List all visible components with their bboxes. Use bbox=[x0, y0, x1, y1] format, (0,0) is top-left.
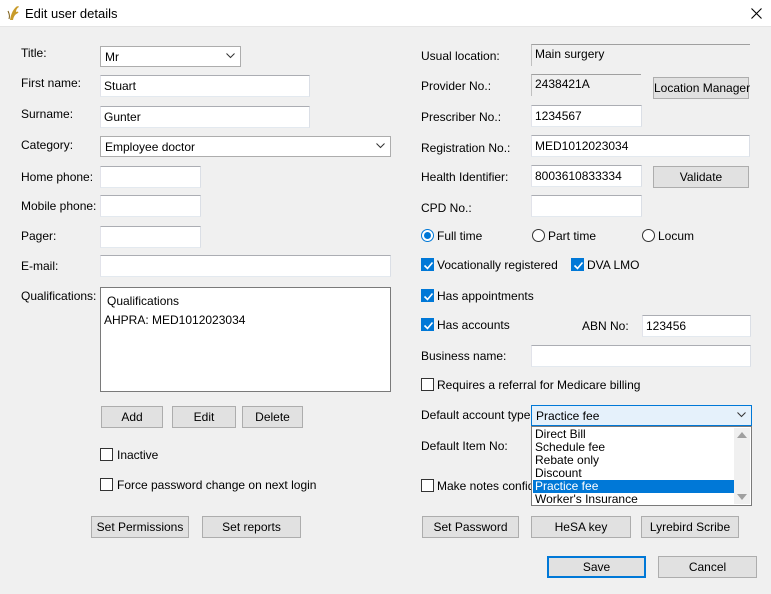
checkmark-icon bbox=[423, 292, 434, 301]
home-phone-label: Home phone: bbox=[21, 170, 94, 184]
account-type-dropdown-list[interactable]: Direct Bill Schedule fee Rebate only Dis… bbox=[531, 426, 752, 506]
force-password-change-label: Force password change on next login bbox=[117, 478, 317, 492]
qualifications-label: Qualifications: bbox=[21, 289, 97, 303]
locum-radio[interactable] bbox=[642, 229, 655, 242]
health-identifier-field[interactable]: 8003610833334 bbox=[531, 165, 642, 187]
business-name-label: Business name: bbox=[421, 349, 507, 363]
save-button[interactable]: Save bbox=[547, 556, 646, 578]
chevron-down-icon bbox=[737, 412, 746, 418]
registration-no-field[interactable]: MED1012023034 bbox=[531, 135, 750, 157]
category-select-value: Employee doctor bbox=[105, 140, 196, 154]
email-label: E-mail: bbox=[21, 259, 59, 273]
usual-location-field[interactable]: Main surgery bbox=[531, 44, 750, 66]
dropdown-scrollbar[interactable] bbox=[734, 428, 750, 504]
provider-no-field[interactable]: 2438421A bbox=[531, 74, 641, 96]
set-reports-button[interactable]: Set reports bbox=[202, 516, 301, 538]
requires-referral-checkbox[interactable] bbox=[421, 378, 434, 391]
lyrebird-scribe-button[interactable]: Lyrebird Scribe bbox=[641, 516, 739, 538]
business-name-field[interactable] bbox=[531, 345, 751, 367]
locum-label: Locum bbox=[658, 229, 695, 243]
inactive-checkbox[interactable] bbox=[100, 448, 113, 461]
surname-label: Surname: bbox=[21, 107, 74, 121]
chevron-down-icon bbox=[376, 143, 385, 149]
default-account-type-value: Practice fee bbox=[536, 409, 600, 423]
mobile-phone-label: Mobile phone: bbox=[21, 199, 97, 213]
window-title: Edit user details bbox=[25, 6, 118, 21]
category-label: Category: bbox=[21, 138, 74, 152]
abn-label: ABN No: bbox=[582, 319, 629, 333]
make-notes-confidential-checkbox[interactable] bbox=[421, 479, 434, 492]
qualifications-list-header: Qualifications bbox=[107, 294, 180, 308]
cpd-no-label: CPD No.: bbox=[421, 201, 472, 215]
set-permissions-button[interactable]: Set Permissions bbox=[91, 516, 189, 538]
part-time-label: Part time bbox=[548, 229, 597, 243]
email-field[interactable] bbox=[100, 255, 391, 277]
requires-referral-label: Requires a referral for Medicare billing bbox=[437, 378, 641, 392]
vocationally-registered-label: Vocationally registered bbox=[437, 258, 558, 272]
default-item-no-label: Default Item No: bbox=[421, 439, 508, 453]
title-select-value: Mr bbox=[105, 50, 119, 64]
qualifications-list[interactable]: Qualifications AHPRA: MED1012023034 bbox=[100, 287, 391, 392]
usual-location-label: Usual location: bbox=[421, 49, 500, 63]
close-button[interactable] bbox=[744, 3, 770, 24]
has-accounts-checkbox[interactable] bbox=[421, 318, 434, 331]
part-time-radio[interactable] bbox=[532, 229, 545, 242]
location-manager-button[interactable]: Location Manager bbox=[653, 77, 750, 99]
has-accounts-label: Has accounts bbox=[437, 318, 510, 332]
add-qualification-button[interactable]: Add bbox=[101, 406, 163, 428]
surname-field[interactable]: Gunter bbox=[100, 106, 310, 128]
edit-qualification-button[interactable]: Edit bbox=[172, 406, 236, 428]
title-select[interactable]: Mr bbox=[100, 46, 241, 67]
registration-no-label: Registration No.: bbox=[421, 141, 511, 155]
provider-no-label: Provider No.: bbox=[421, 79, 492, 93]
checkmark-icon bbox=[573, 261, 584, 270]
inactive-label: Inactive bbox=[117, 448, 159, 462]
full-time-radio[interactable] bbox=[421, 229, 434, 242]
validate-button[interactable]: Validate bbox=[653, 166, 749, 188]
close-icon bbox=[751, 8, 762, 19]
chevron-down-icon bbox=[226, 53, 235, 59]
lyrebird-app-icon bbox=[7, 6, 19, 20]
default-account-type-select[interactable]: Practice fee bbox=[531, 405, 752, 426]
dropdown-option-workers-insurance[interactable]: Worker's Insurance bbox=[533, 493, 735, 506]
has-appointments-checkbox[interactable] bbox=[421, 289, 434, 302]
set-password-button[interactable]: Set Password bbox=[422, 516, 519, 538]
pager-field[interactable] bbox=[100, 226, 201, 248]
dva-lmo-label: DVA LMO bbox=[587, 258, 640, 272]
first-name-field[interactable]: Stuart bbox=[100, 75, 310, 97]
default-account-type-label: Default account type: bbox=[421, 408, 534, 422]
list-item[interactable]: AHPRA: MED1012023034 bbox=[104, 313, 245, 327]
cpd-no-field[interactable] bbox=[531, 195, 642, 217]
health-identifier-label: Health Identifier: bbox=[421, 170, 509, 184]
full-time-label: Full time bbox=[437, 229, 483, 243]
hesa-key-button[interactable]: HeSA key bbox=[531, 516, 631, 538]
home-phone-field[interactable] bbox=[100, 166, 201, 188]
dva-lmo-checkbox[interactable] bbox=[571, 258, 584, 271]
prescriber-no-field[interactable]: 1234567 bbox=[531, 105, 642, 127]
pager-label: Pager: bbox=[21, 229, 57, 243]
make-notes-confidential-label: Make notes confide bbox=[437, 479, 542, 493]
vocationally-registered-checkbox[interactable] bbox=[421, 258, 434, 271]
category-select[interactable]: Employee doctor bbox=[100, 136, 391, 157]
cancel-button[interactable]: Cancel bbox=[658, 556, 757, 578]
prescriber-no-label: Prescriber No.: bbox=[421, 110, 502, 124]
title-bar: Edit user details bbox=[0, 0, 771, 27]
checkmark-icon bbox=[423, 321, 434, 330]
title-label: Title: bbox=[21, 46, 47, 60]
checkmark-icon bbox=[423, 261, 434, 270]
force-password-change-checkbox[interactable] bbox=[100, 478, 113, 491]
has-appointments-label: Has appointments bbox=[437, 289, 534, 303]
first-name-label: First name: bbox=[21, 76, 82, 90]
delete-qualification-button[interactable]: Delete bbox=[242, 406, 303, 428]
scroll-down-icon[interactable] bbox=[737, 494, 747, 500]
mobile-phone-field[interactable] bbox=[100, 195, 201, 217]
abn-field[interactable]: 123456 bbox=[642, 315, 751, 337]
scroll-up-icon[interactable] bbox=[737, 432, 747, 438]
